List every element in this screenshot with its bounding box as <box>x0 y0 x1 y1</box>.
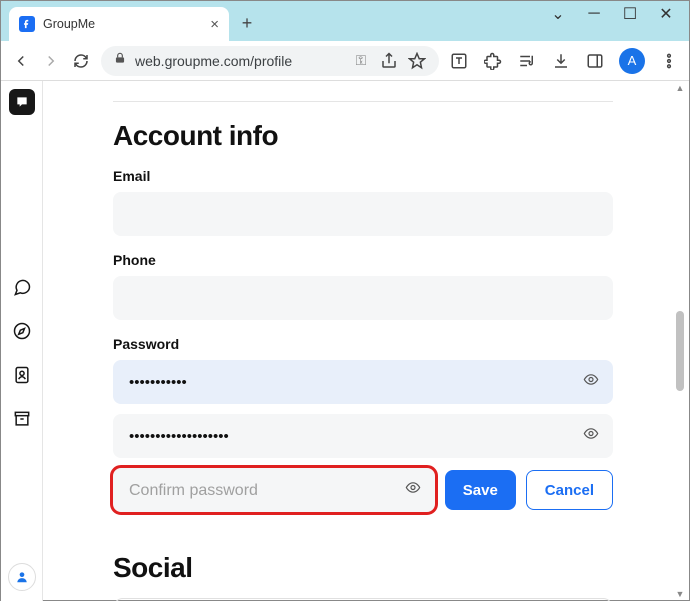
archive-icon[interactable] <box>10 407 34 431</box>
menu-icon[interactable] <box>659 51 679 71</box>
window-controls: ⌄ ─ ☐ ✕ <box>551 1 689 21</box>
browser-toolbar: web.groupme.com/profile ⚿ A <box>1 41 689 81</box>
translate-icon[interactable] <box>449 51 469 71</box>
lock-icon <box>113 51 127 70</box>
tab-title: GroupMe <box>43 17 202 31</box>
divider <box>113 101 613 102</box>
show-password-icon[interactable] <box>405 480 421 501</box>
chevron-down-icon[interactable]: ⌄ <box>551 7 565 21</box>
show-password-icon[interactable] <box>583 372 599 393</box>
address-bar[interactable]: web.groupme.com/profile ⚿ <box>101 46 439 76</box>
account-info-heading: Account info <box>113 120 613 152</box>
app-sidebar <box>1 81 43 601</box>
forward-button[interactable] <box>41 51 61 71</box>
scrollbar[interactable]: ▲ ▼ <box>673 81 687 601</box>
phone-field[interactable] <box>113 276 613 320</box>
groupme-favicon <box>19 16 35 32</box>
new-tab-button[interactable]: + <box>233 9 261 37</box>
confirm-password-field[interactable] <box>113 468 435 512</box>
downloads-icon[interactable] <box>551 51 571 71</box>
url-text: web.groupme.com/profile <box>135 53 343 69</box>
tab-close-icon[interactable]: × <box>210 16 219 33</box>
close-icon[interactable]: ✕ <box>659 7 673 21</box>
scroll-thumb[interactable] <box>676 311 684 391</box>
maximize-icon[interactable]: ☐ <box>623 7 637 21</box>
main-content: Account info Email Phone Password <box>43 81 689 601</box>
minimize-icon[interactable]: ─ <box>587 7 601 21</box>
back-button[interactable] <box>11 51 31 71</box>
user-avatar-button[interactable] <box>8 563 36 591</box>
discover-icon[interactable] <box>10 319 34 343</box>
save-button[interactable]: Save <box>445 470 516 510</box>
star-icon[interactable] <box>407 51 427 71</box>
email-label: Email <box>113 168 613 184</box>
chats-icon[interactable] <box>10 275 34 299</box>
social-heading: Social <box>113 552 613 584</box>
share-icon[interactable] <box>379 51 399 71</box>
password-label: Password <box>113 336 613 352</box>
extensions-icon[interactable] <box>483 51 503 71</box>
contacts-icon[interactable] <box>10 363 34 387</box>
cancel-button[interactable]: Cancel <box>526 470 613 510</box>
phone-label: Phone <box>113 252 613 268</box>
browser-tab[interactable]: GroupMe × <box>9 7 229 41</box>
new-password-field[interactable] <box>113 414 613 458</box>
profile-avatar[interactable]: A <box>619 48 645 74</box>
media-icon[interactable] <box>517 51 537 71</box>
sidepanel-icon[interactable] <box>585 51 605 71</box>
groupme-logo[interactable] <box>9 89 35 115</box>
scroll-down-icon[interactable]: ▼ <box>673 587 687 601</box>
current-password-field[interactable] <box>113 360 613 404</box>
email-field[interactable] <box>113 192 613 236</box>
window-titlebar: GroupMe × + ⌄ ─ ☐ ✕ <box>1 1 689 41</box>
show-password-icon[interactable] <box>583 426 599 447</box>
key-icon[interactable]: ⚿ <box>351 51 371 71</box>
reload-button[interactable] <box>71 51 91 71</box>
